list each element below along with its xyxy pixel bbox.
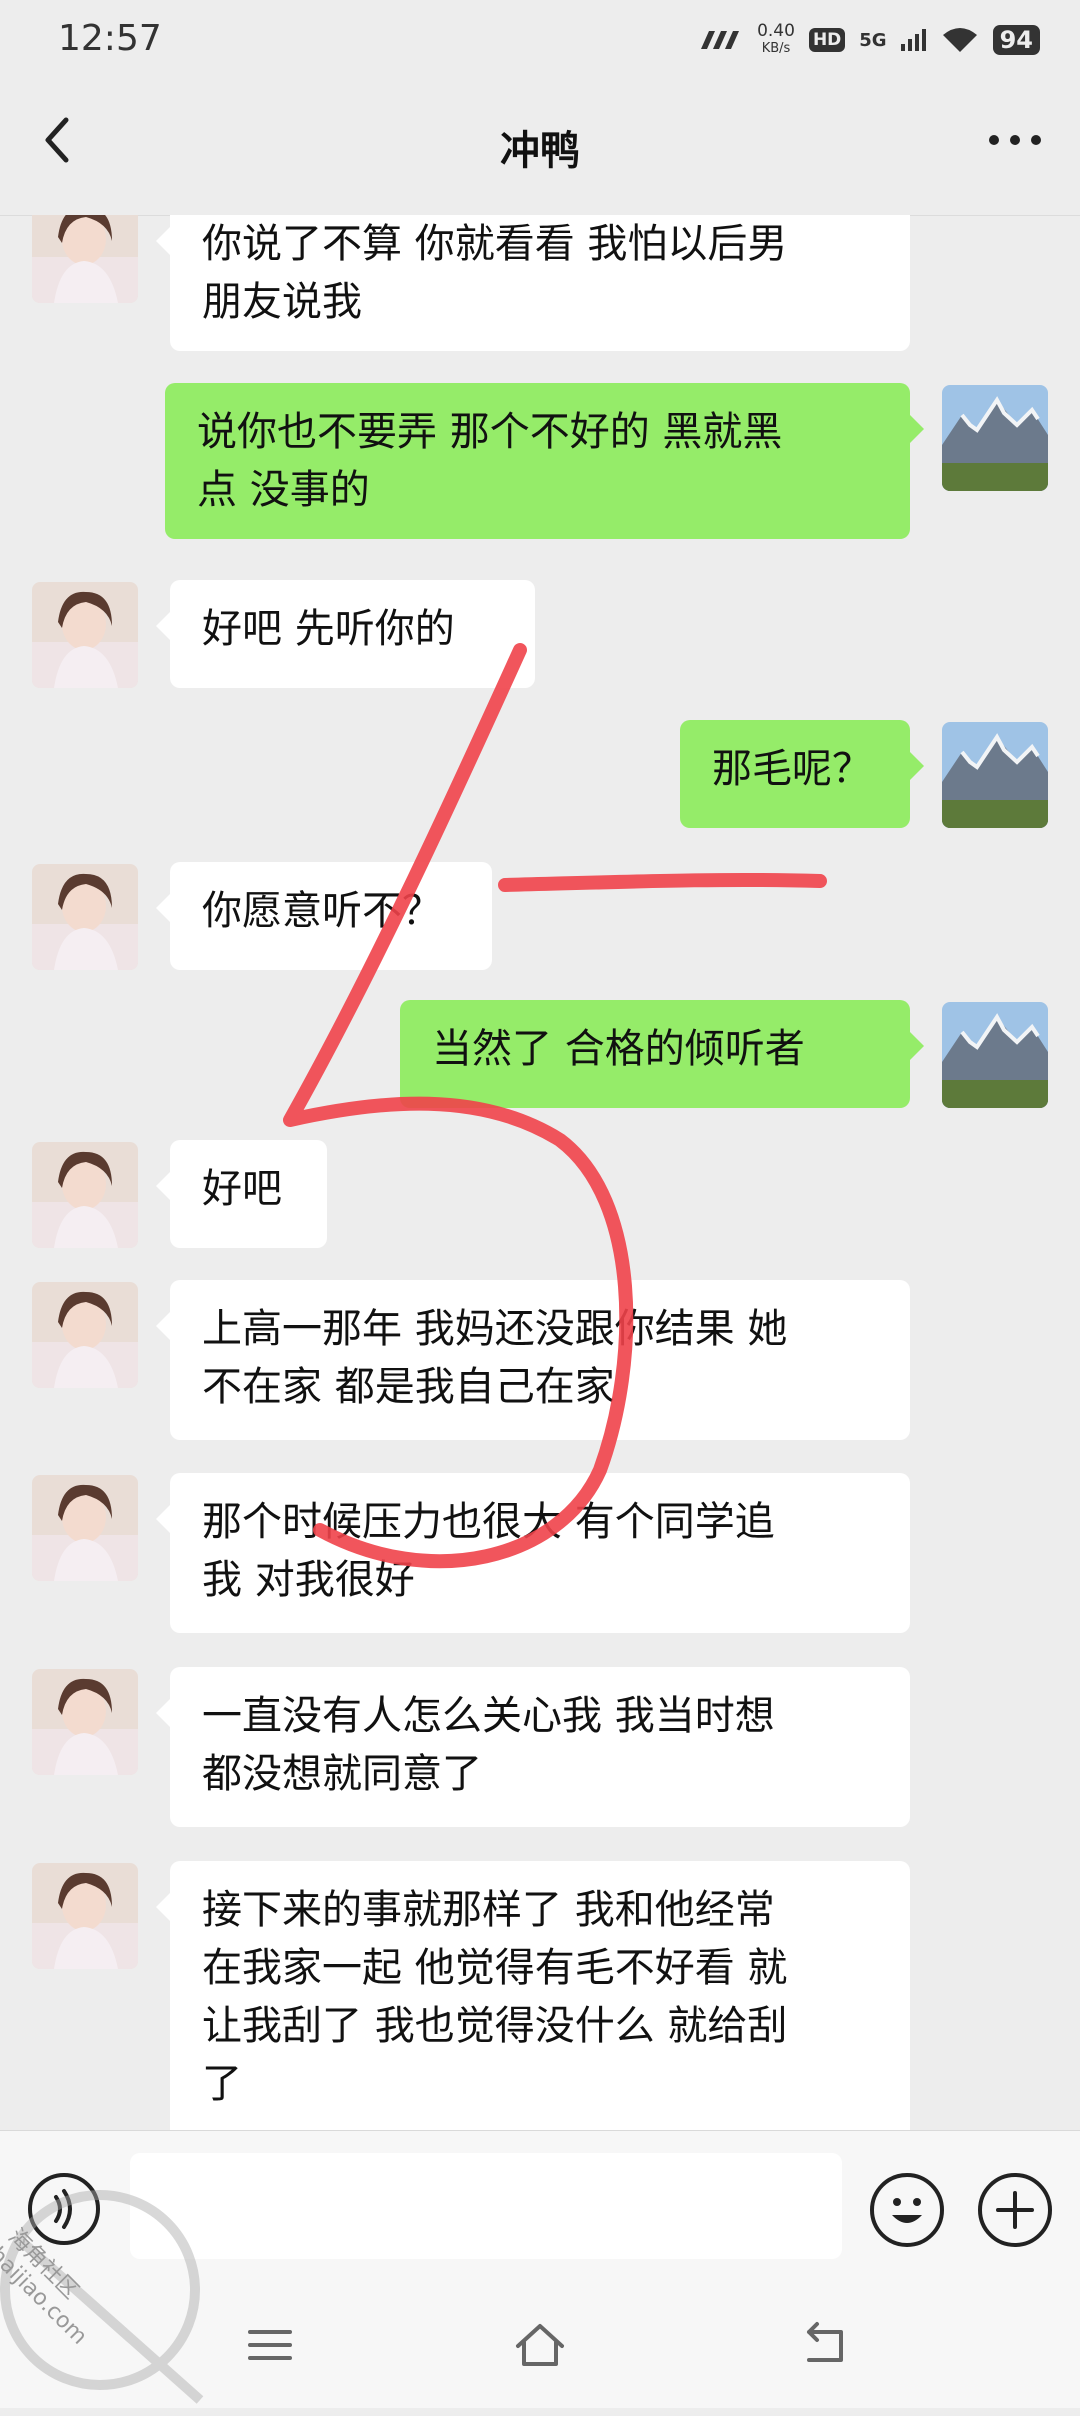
message-line: 接下来的事就那样了 我和他经常 — [202, 1887, 775, 1933]
network-type: 5G — [859, 29, 887, 51]
message-line: 不在家 都是我自己在家 — [202, 1364, 615, 1410]
incoming-message-bubble[interactable]: 你愿意听不？ — [156, 862, 492, 970]
incoming-message-bubble[interactable]: 你说了不算 你就看看 我怕以后男 朋友说我 — [156, 215, 910, 351]
menu-icon[interactable] — [240, 2318, 300, 2372]
message-line: 点 没事的 — [197, 467, 370, 513]
incoming-message-bubble[interactable]: 好吧 — [156, 1140, 327, 1248]
outgoing-message-bubble[interactable]: 那毛呢？ — [680, 720, 924, 828]
contact-avatar[interactable] — [32, 1863, 138, 1969]
outgoing-message-bubble[interactable]: 当然了 合格的倾听者 — [400, 1000, 924, 1108]
message-line: 好吧 先听你的 — [202, 606, 455, 652]
wifi-icon — [942, 28, 977, 52]
contact-avatar[interactable] — [32, 1475, 138, 1581]
outgoing-message-bubble[interactable]: 说你也不要弄 那个不好的 黑就黑点 没事的 — [165, 383, 924, 539]
home-icon[interactable] — [510, 2318, 570, 2372]
incoming-message-bubble[interactable]: 接下来的事就那样了 我和他经常 在我家一起 他觉得有毛不好看 就让我刮了 我也觉得… — [156, 1861, 910, 2130]
back-icon[interactable] — [795, 2318, 855, 2372]
cell-bars-icon — [900, 29, 926, 51]
more-dots-icon[interactable] — [980, 110, 1050, 170]
my-avatar[interactable] — [942, 385, 1048, 491]
incoming-message-bubble[interactable]: 好吧 先听你的 — [156, 580, 535, 688]
message-line: 说你也不要弄 那个不好的 黑就黑 — [197, 409, 783, 455]
my-avatar[interactable] — [942, 722, 1048, 828]
message-line: 那个时候压力也很大 有个同学追 — [202, 1499, 775, 1545]
incoming-message-bubble[interactable]: 上高一那年 我妈还没跟你结果 她不在家 都是我自己在家 — [156, 1280, 910, 1440]
contact-avatar[interactable] — [32, 215, 138, 303]
signal-strength-icon — [701, 31, 740, 49]
chat-header: 冲鸭 — [0, 80, 1080, 216]
my-avatar[interactable] — [942, 1002, 1048, 1108]
contact-avatar[interactable] — [32, 1282, 138, 1388]
emoji-icon[interactable] — [870, 2173, 944, 2247]
message-line: 了 — [202, 2061, 242, 2107]
incoming-message-bubble[interactable]: 一直没有人怎么关心我 我当时想 都没想就同意了 — [156, 1667, 910, 1827]
message-line: 你说了不算 你就看看 我怕以后男 — [202, 221, 788, 267]
status-icons: 0.40 KB/s HD 5G 94 — [699, 18, 1040, 62]
message-input[interactable] — [130, 2153, 842, 2259]
message-line: 上高一那年 我妈还没跟你结果 她 — [202, 1306, 788, 1352]
message-line: 朋友说我 — [202, 279, 362, 325]
incoming-message-bubble[interactable]: 那个时候压力也很大 有个同学追我 对我很好 — [156, 1473, 910, 1633]
hd-badge: HD — [808, 28, 846, 52]
status-time: 12:57 — [58, 18, 162, 59]
plus-icon[interactable] — [978, 2173, 1052, 2247]
message-line: 都没想就同意了 — [202, 1751, 482, 1797]
message-line: 在我家一起 他觉得有毛不好看 就 — [202, 1945, 788, 1991]
net-speed: 0.40 KB/s — [757, 21, 795, 56]
status-bar: 12:57 0.40 KB/s HD 5G 94 — [0, 0, 1080, 80]
contact-avatar[interactable] — [32, 864, 138, 970]
battery-level: 94 — [992, 25, 1040, 55]
message-line: 那毛呢？ — [712, 746, 872, 792]
message-line: 好吧 — [202, 1166, 282, 1212]
chat-title: 冲鸭 — [500, 128, 580, 174]
contact-avatar[interactable] — [32, 1142, 138, 1248]
contact-avatar[interactable] — [32, 582, 138, 688]
message-line: 你愿意听不？ — [202, 888, 442, 934]
message-line: 让我刮了 我也觉得没什么 就给刮 — [202, 2003, 788, 2049]
message-line: 当然了 合格的倾听者 — [432, 1026, 805, 1072]
contact-avatar[interactable] — [32, 1669, 138, 1775]
message-list[interactable]: 你说了不算 你就看看 我怕以后男 朋友说我说你也不要弄 那个不好的 黑就黑点 没事… — [0, 215, 1080, 2130]
message-line: 我 对我很好 — [202, 1557, 415, 1603]
message-line: 一直没有人怎么关心我 我当时想 — [202, 1693, 775, 1739]
